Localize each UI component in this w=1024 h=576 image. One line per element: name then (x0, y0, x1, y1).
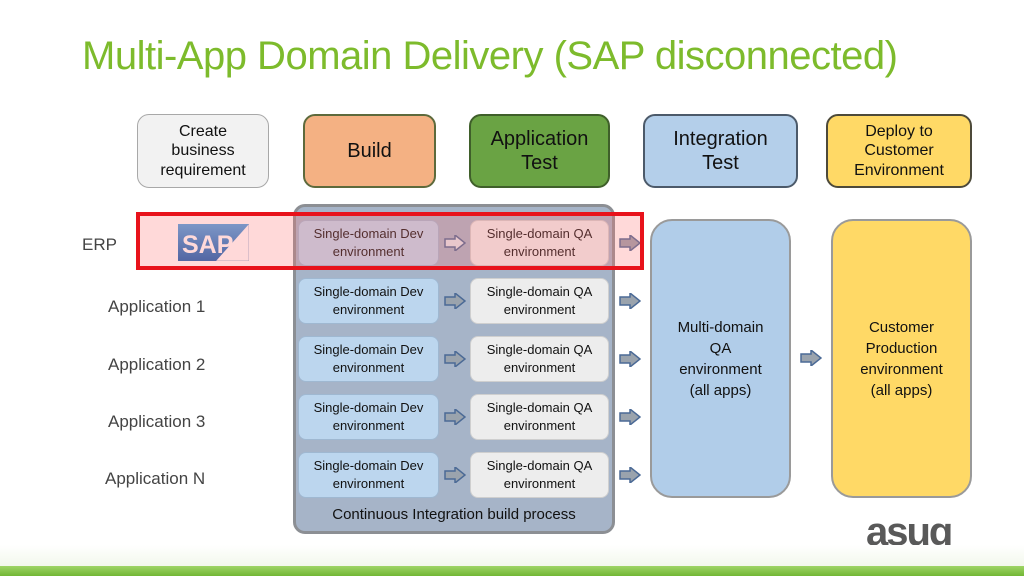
row-label-application-3: Application 3 (108, 412, 206, 431)
arrow-right-icon (444, 293, 466, 309)
qa-environment: Single-domain QA environment (470, 278, 609, 324)
phase-label: Create business requirement (160, 123, 246, 179)
phase-label: Build (347, 140, 392, 162)
arrow-right-icon (619, 351, 641, 367)
arrow-right-icon (444, 351, 466, 367)
phase-build: Build (303, 114, 436, 188)
arrow-right-icon (800, 350, 822, 366)
arrow-right-icon (444, 409, 466, 425)
phase-label: Application Test (490, 128, 589, 174)
multi-domain-qa-environment: Multi-domain QA environment (all apps) (650, 219, 791, 498)
footer-bar (0, 566, 1024, 576)
phase-label: Deploy to Customer Environment (854, 123, 944, 179)
ci-build-process-label: Continuous Integration build process (332, 506, 576, 523)
row-label-application-2: Application 2 (108, 355, 206, 374)
row-label-application-n: Application N (105, 469, 206, 488)
erp-row-highlight (136, 212, 644, 270)
phase-create-business-requirement: Create business requirement (137, 114, 269, 188)
dev-environment: Single-domain Dev environment (298, 394, 439, 440)
phase-deploy-to-customer: Deploy to Customer Environment (826, 114, 972, 188)
row-label-erp: ERP (82, 235, 117, 254)
footer-fade (0, 545, 1024, 566)
dev-environment: Single-domain Dev environment (298, 336, 439, 382)
arrow-right-icon (619, 467, 641, 483)
phase-integration-test: Integration Test (643, 114, 798, 188)
arrow-right-icon (444, 467, 466, 483)
arrow-right-icon (619, 293, 641, 309)
qa-environment: Single-domain QA environment (470, 452, 609, 498)
customer-production-environment: Customer Production environment (all app… (831, 219, 972, 498)
dev-environment: Single-domain Dev environment (298, 278, 439, 324)
arrow-right-icon (619, 409, 641, 425)
qa-environment: Single-domain QA environment (470, 394, 609, 440)
slide-title: Multi-App Domain Delivery (SAP disconnec… (82, 34, 898, 78)
dev-environment: Single-domain Dev environment (298, 452, 439, 498)
row-label-application-1: Application 1 (108, 297, 206, 316)
qa-environment: Single-domain QA environment (470, 336, 609, 382)
phase-application-test: Application Test (469, 114, 610, 188)
phase-label: Integration Test (673, 128, 768, 174)
